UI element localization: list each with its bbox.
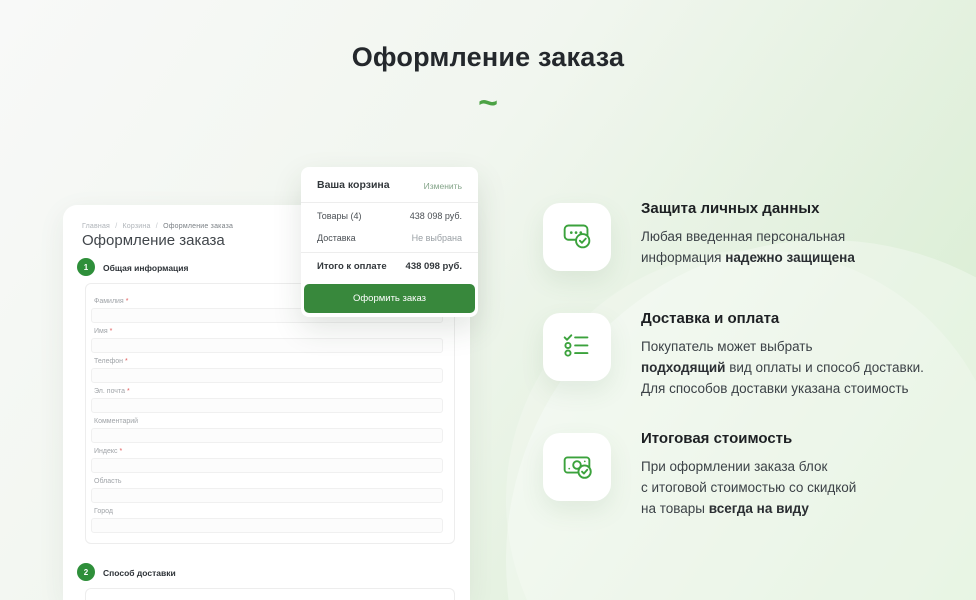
text-input[interactable] xyxy=(91,458,443,473)
breadcrumb-home-link[interactable]: Главная xyxy=(82,223,110,230)
breadcrumb-cart-link[interactable]: Корзина xyxy=(123,223,151,230)
text-input[interactable] xyxy=(91,488,443,503)
checklist-icon xyxy=(558,326,596,369)
checkout-button[interactable]: Оформить заказ xyxy=(304,284,475,313)
background-circle xyxy=(506,250,976,600)
text-input[interactable] xyxy=(91,368,443,383)
general-info-form-panel: Фамилия* Имя* Телефон* Эл. почта* xyxy=(85,283,455,544)
required-mark: * xyxy=(126,298,129,305)
step-1-label: Общая информация xyxy=(103,263,188,273)
feature-body: Любая введенная персональная информация … xyxy=(641,226,961,268)
field-label: Комментарий* xyxy=(94,417,443,426)
breadcrumb-separator: / xyxy=(156,223,158,230)
cart-summary-card: Ваша корзина Изменить Товары (4) 438 098… xyxy=(301,167,478,317)
field-label: Область* xyxy=(94,477,443,486)
cart-edit-link[interactable]: Изменить xyxy=(424,181,462,191)
cart-row-label: Доставка xyxy=(317,233,356,243)
breadcrumb: Главная / Корзина / Оформление заказа xyxy=(82,223,233,230)
step-2-badge: 2 xyxy=(77,563,95,581)
required-mark: * xyxy=(110,328,113,335)
feature-body: При оформлении заказа блок с итоговой ст… xyxy=(641,456,961,519)
step-2-label: Способ доставки xyxy=(103,568,176,578)
required-mark: * xyxy=(127,388,130,395)
form-field: Имя* xyxy=(91,327,443,353)
form-field: Эл. почта* xyxy=(91,387,443,413)
tilde-decoration: ~ xyxy=(0,88,976,118)
checkout-promo-section: Оформление заказа ~ Главная / Корзина / … xyxy=(0,0,976,600)
feature-title: Защита личных данных xyxy=(641,200,961,218)
breadcrumb-current: Оформление заказа xyxy=(163,223,233,230)
cart-title: Ваша корзина xyxy=(317,179,390,191)
divider xyxy=(301,202,478,203)
delivery-method-panel xyxy=(85,588,455,600)
cart-row-label: Товары (4) xyxy=(317,211,361,221)
feature-icon-card xyxy=(543,203,611,271)
cart-row-value: 438 098 руб. xyxy=(410,211,462,221)
feature-text: Доставка и оплата Покупатель может выбра… xyxy=(641,310,961,399)
cart-row-delivery: Доставка Не выбрана xyxy=(317,233,462,245)
field-label: Индекс* xyxy=(94,447,443,456)
feature-title: Доставка и оплата xyxy=(641,310,961,328)
required-mark: * xyxy=(125,358,128,365)
divider xyxy=(301,252,478,253)
feature-body: Покупатель может выбрать подходящий вид … xyxy=(641,336,961,399)
cart-total-value: 438 098 руб. xyxy=(406,261,462,272)
cart-total-label: Итого к оплате xyxy=(317,261,387,272)
text-input[interactable] xyxy=(91,428,443,443)
step-1-badge: 1 xyxy=(77,258,95,276)
field-label: Телефон* xyxy=(94,357,443,366)
form-field: Комментарий* xyxy=(91,417,443,443)
feature-text: Итоговая стоимость При оформлении заказа… xyxy=(641,430,961,519)
section-title: Оформление заказа xyxy=(0,42,976,73)
form-field: Область* xyxy=(91,477,443,503)
field-label: Город* xyxy=(94,507,443,516)
feature-icon-card xyxy=(543,433,611,501)
chat-check-icon xyxy=(558,216,596,259)
field-label: Эл. почта* xyxy=(94,387,443,396)
form-field: Индекс* xyxy=(91,447,443,473)
cart-row-items: Товары (4) 438 098 руб. xyxy=(317,211,462,223)
checkout-heading: Оформление заказа xyxy=(82,232,225,249)
cart-row-value: Не выбрана xyxy=(412,233,462,243)
feature-title: Итоговая стоимость xyxy=(641,430,961,448)
feature-text: Защита личных данных Любая введенная пер… xyxy=(641,200,961,268)
text-input[interactable] xyxy=(91,398,443,413)
required-mark: * xyxy=(120,448,123,455)
breadcrumb-separator: / xyxy=(115,223,117,230)
text-input[interactable] xyxy=(91,338,443,353)
cart-total-row: Итого к оплате 438 098 руб. xyxy=(317,261,462,273)
feature-icon-card xyxy=(543,313,611,381)
text-input[interactable] xyxy=(91,518,443,533)
form-field: Город* xyxy=(91,507,443,533)
form-field: Телефон* xyxy=(91,357,443,383)
field-label: Имя* xyxy=(94,327,443,336)
banknote-check-icon xyxy=(558,446,596,489)
